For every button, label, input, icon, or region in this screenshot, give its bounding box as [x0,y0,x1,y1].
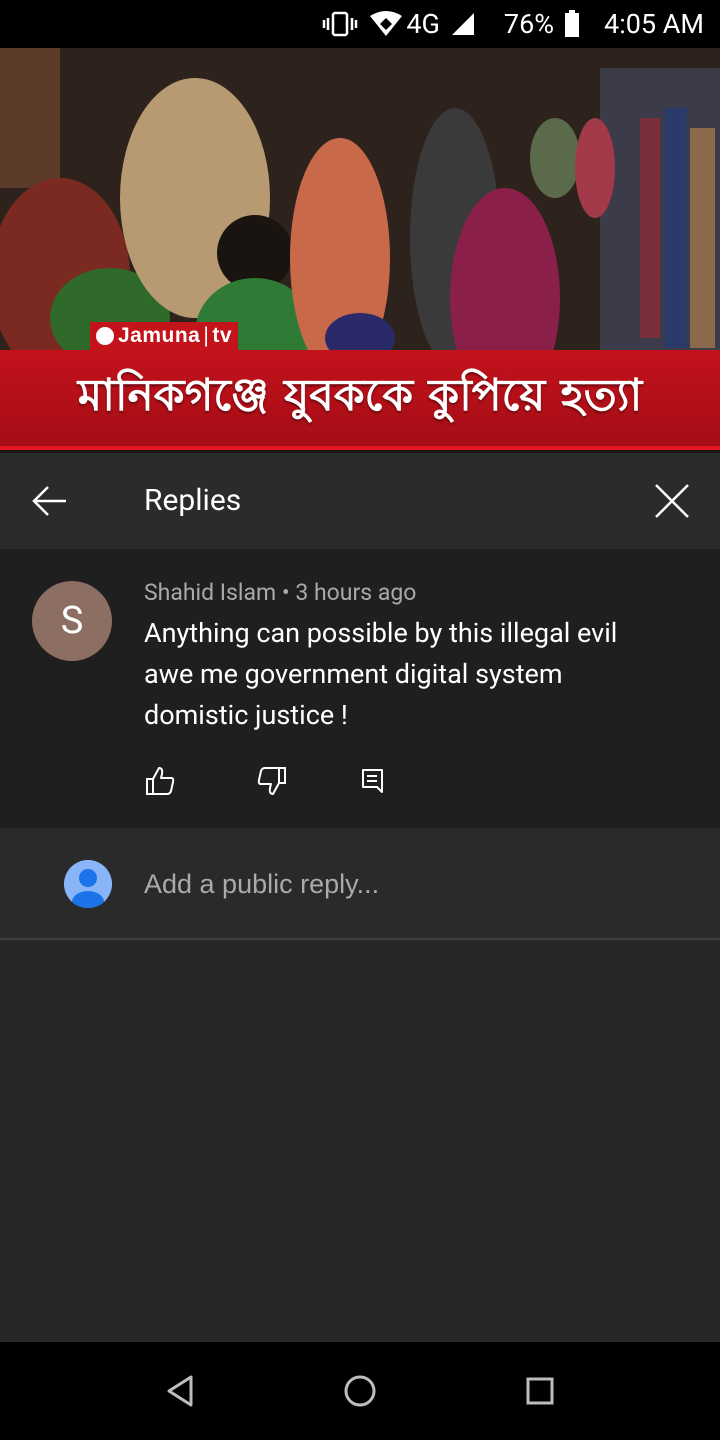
reply-composer [0,828,720,940]
headline-text: মানিকগঞ্জে যুবককে কুপিয়ে হত্যা [77,369,643,421]
close-icon [655,484,689,518]
clock: 4:05 AM [604,8,704,40]
signal-icon [450,11,476,37]
nav-home-button[interactable] [340,1371,380,1411]
logo-separator: | [203,324,210,347]
comment-author[interactable]: Shahid Islam [144,579,276,606]
reply-button[interactable] [354,763,390,799]
replies-title: Replies [144,483,242,518]
comment-time[interactable]: 3 hours ago [295,579,416,606]
reply-input[interactable] [144,828,684,940]
nav-recents-button[interactable] [520,1371,560,1411]
vibrate-icon [322,10,358,38]
battery-percent: 76% [503,8,555,40]
close-button[interactable] [648,477,696,525]
back-triangle-icon [167,1375,193,1407]
replies-header: Replies [0,453,720,549]
video-player[interactable]: Jamuna | tv মানিকগঞ্জে যুবককে কুপিয়ে হত… [0,48,720,453]
network-type: 4G [406,8,440,40]
status-bar: 4G 76% 4:05 AM [0,0,720,48]
back-button[interactable] [26,477,74,525]
avatar[interactable]: S [32,581,112,661]
thumbs-down-icon [257,767,286,795]
thumbs-up-icon [146,767,175,795]
channel-suffix: tv [212,324,233,347]
comment-text: Anything can possible by this illegal ev… [144,617,618,731]
system-nav-bar [0,1342,720,1440]
like-button[interactable] [142,763,178,799]
meta-separator: • [281,579,290,606]
reply-icon [362,769,383,793]
status-icons: 4G 76% 4:05 AM [322,0,704,48]
comment: S Shahid Islam • 3 hours ago Anything ca… [0,549,720,828]
video-frame [0,48,720,408]
headline-bar: মানিকগঞ্জে যুবককে কুপিয়ে হত্যা [0,350,720,450]
dislike-button[interactable] [254,763,290,799]
channel-name: Jamuna [118,324,201,347]
channel-logo: Jamuna | tv [90,322,239,350]
comment-meta: Shahid Islam • 3 hours ago [144,579,416,606]
user-avatar-icon [64,860,112,908]
avatar-letter: S [60,599,84,643]
wifi-icon [368,10,404,38]
recents-square-icon [526,1377,554,1405]
battery-icon [564,10,580,38]
arrow-left-icon [32,486,66,516]
nav-back-button[interactable] [160,1371,200,1411]
home-circle-icon [344,1375,376,1407]
logo-mark-icon [96,327,114,345]
